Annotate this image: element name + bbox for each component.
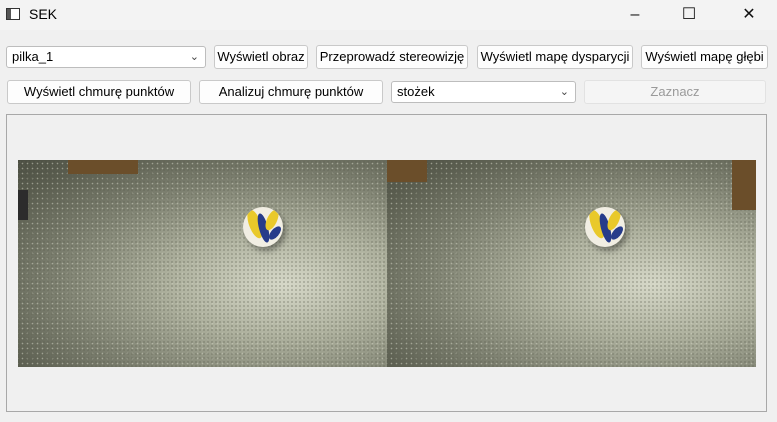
disparity-map-button[interactable]: Wyświetl mapę dysparycji <box>477 45 633 69</box>
mark-button: Zaznacz <box>584 80 766 104</box>
chevron-down-icon: ⌄ <box>559 86 569 98</box>
shape-select-value: stożek <box>397 84 435 99</box>
shape-select[interactable]: stożek ⌄ <box>391 81 576 103</box>
chair-leg <box>18 190 28 220</box>
left-stereo-image <box>18 160 387 367</box>
app-window-icon <box>6 8 20 20</box>
right-stereo-image <box>387 160 756 367</box>
analyze-point-cloud-button[interactable]: Analizuj chmurę punktów <box>199 80 383 104</box>
stereovision-button[interactable]: Przeprowadź stereowizję <box>316 45 468 69</box>
window-title: SEK <box>29 6 58 22</box>
volleyball <box>243 207 283 247</box>
show-point-cloud-button[interactable]: Wyświetl chmurę punktów <box>7 80 191 104</box>
object-select[interactable]: pilka_1 ⌄ <box>6 46 206 68</box>
minimize-button[interactable]: – <box>612 0 658 30</box>
depth-map-button[interactable]: Wyświetl mapę głębi <box>641 45 768 69</box>
show-image-button[interactable]: Wyświetl obraz <box>214 45 308 69</box>
cardboard-box <box>68 160 138 174</box>
object-select-value: pilka_1 <box>12 49 54 64</box>
title-bar: SEK – ☐ ✕ <box>0 0 777 30</box>
volleyball <box>585 207 625 247</box>
cardboard-box <box>387 160 427 182</box>
maximize-button[interactable]: ☐ <box>666 0 712 30</box>
close-button[interactable]: ✕ <box>726 0 772 30</box>
cardboard-box <box>732 160 756 210</box>
chevron-down-icon: ⌄ <box>189 51 199 63</box>
